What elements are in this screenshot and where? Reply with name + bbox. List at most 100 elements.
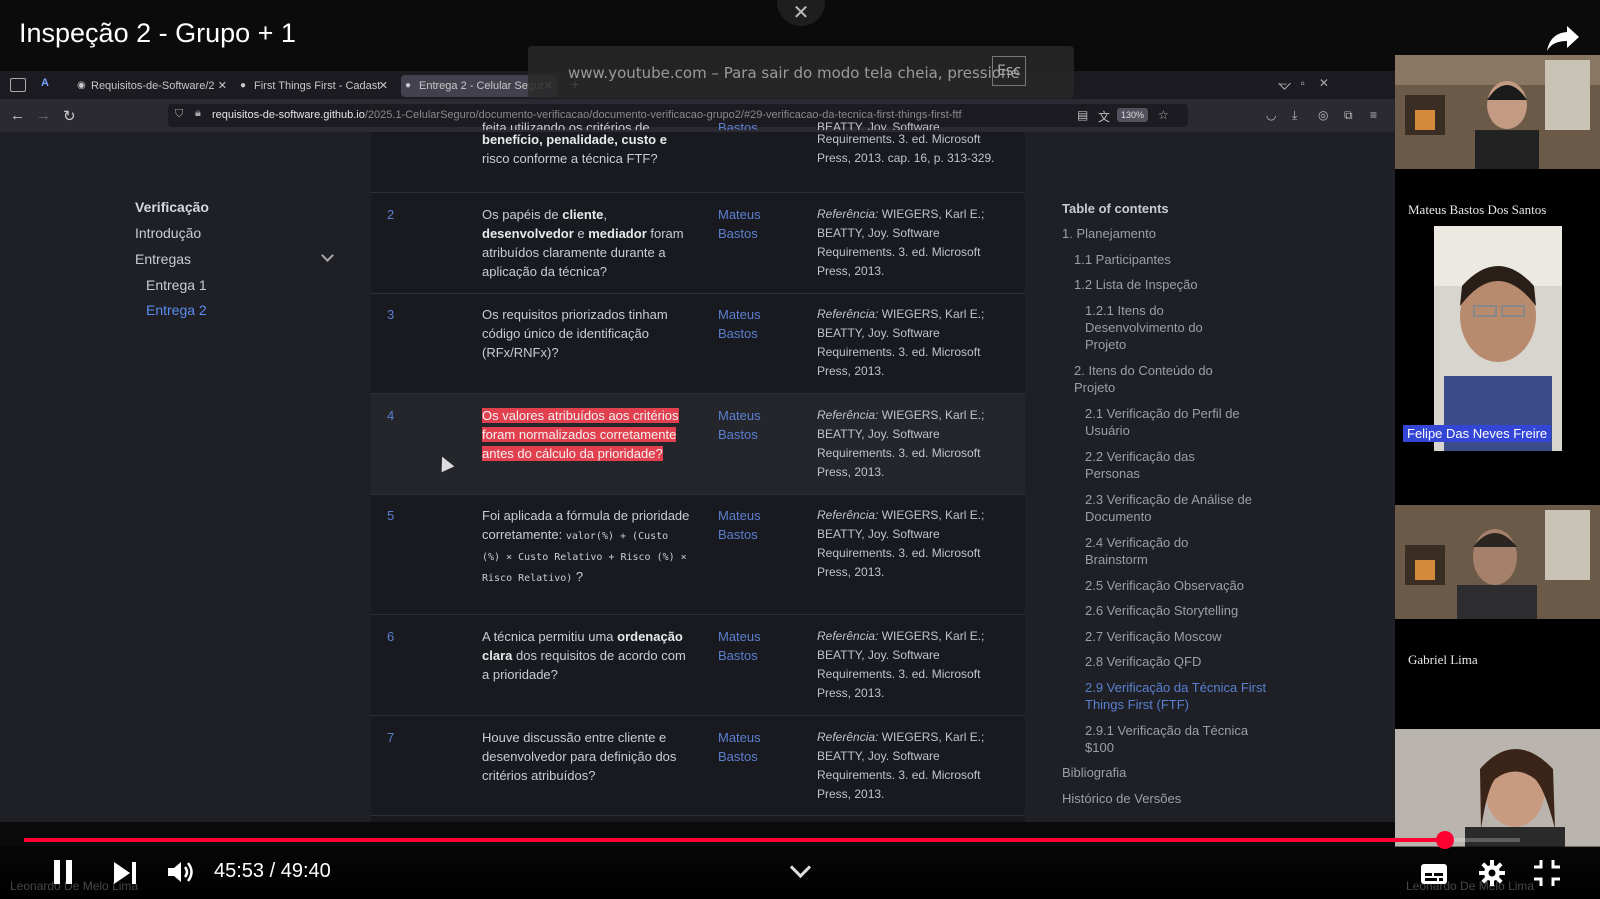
bold-text: mediador: [588, 226, 647, 241]
toc-item[interactable]: 2. Itens do Conteúdo do Projeto: [1074, 362, 1234, 396]
participant-video-1: [1395, 55, 1600, 169]
row-number: 6: [387, 629, 395, 644]
participant-name: Gabriel Lima: [1408, 652, 1478, 667]
row-reference: Referência: WIEGERS, Karl E.; BEATTY, Jo…: [817, 728, 1013, 804]
tab-list-icon[interactable]: [10, 78, 26, 92]
exit-fullscreen-icon[interactable]: [1534, 860, 1560, 886]
toc-item[interactable]: 2.3 Verificação de Análise de Documento: [1085, 491, 1263, 525]
toc-item[interactable]: 1. Planejamento: [1062, 225, 1232, 242]
row-divider: [371, 192, 1025, 193]
esc-key: Esc: [992, 56, 1026, 86]
tab-close-icon[interactable]: ✕: [379, 75, 388, 97]
tab-label: Entrega 2 - Celular Segur: [419, 80, 544, 92]
reference-label: Referência:: [817, 207, 879, 221]
lock-icon[interactable]: 🔒︎: [195, 107, 201, 120]
reload-icon[interactable]: ↻: [63, 107, 76, 125]
reference-line: Press, 2013. cap. 16, p. 313-329.: [817, 151, 995, 165]
time-display: 45:53 / 49:40: [214, 860, 331, 882]
row-question: Foi aplicada a fórmula de prioridade cor…: [482, 506, 692, 588]
zoom-level[interactable]: 130%: [1117, 108, 1149, 122]
tab-label: First Things First - Cadast: [254, 80, 381, 92]
author-link[interactable]: Bastos: [718, 118, 778, 130]
toc-item[interactable]: 2.6 Verificação Storytelling: [1085, 602, 1285, 619]
highlighted-text: Os valores atribuídos aos critérios fora…: [482, 408, 679, 461]
question-line: risco conforme a técnica FTF?: [482, 151, 658, 166]
row-divider: [371, 715, 1025, 716]
toc-item[interactable]: 1.1 Participantes: [1074, 251, 1234, 268]
shield-icon[interactable]: ⛉: [175, 108, 183, 121]
author-link[interactable]: Mateus Bastos: [718, 406, 778, 444]
toc-item[interactable]: 1.2 Lista de Inspeção: [1074, 276, 1234, 293]
tab-close-icon[interactable]: ✕: [218, 75, 227, 97]
bold-text: desenvolvedor: [482, 226, 574, 241]
toc-item[interactable]: Histórico de Versões: [1062, 790, 1181, 807]
toc-item[interactable]: 2.1 Verificação do Perfil de Usuário: [1085, 405, 1263, 439]
close-icon[interactable]: ✕: [777, 0, 825, 26]
fullscreen-hint-text: www.youtube.com – Para sair do modo tela…: [568, 64, 1020, 82]
row-number: 4: [387, 408, 395, 423]
row-reference: Referência: WIEGERS, Karl E.; BEATTY, Jo…: [817, 305, 1013, 381]
row-number: 7: [387, 730, 395, 745]
participant-name: Mateus Bastos Dos Santos: [1408, 202, 1547, 217]
toc-item[interactable]: 2.7 Verificação Moscow: [1085, 628, 1285, 645]
reader-view-icon[interactable]: ▤: [1077, 108, 1088, 122]
text: ?: [572, 569, 584, 584]
browser-tab-2[interactable]: ● First Things First - Cadast ✕: [236, 75, 392, 97]
row-divider: [371, 393, 1025, 394]
toc-item[interactable]: 1.2.1 Itens do Desenvolvimento do Projet…: [1085, 302, 1235, 353]
toc-item[interactable]: Bibliografia: [1062, 764, 1126, 781]
progress-fill: [24, 838, 1446, 842]
author-link[interactable]: Mateus Bastos: [718, 506, 778, 544]
row-reference: Referência: WIEGERS, Karl E.; BEATTY, Jo…: [817, 506, 1013, 582]
bold-text: cliente: [562, 207, 604, 222]
row-question-highlighted: Os valores atribuídos aos critérios fora…: [482, 406, 692, 463]
author-link[interactable]: Mateus Bastos: [718, 627, 778, 665]
sidebar-item-entregas[interactable]: Entregas: [135, 251, 191, 267]
sidebar-item-introducao[interactable]: Introdução: [135, 225, 201, 241]
share-icon[interactable]: [1545, 22, 1581, 54]
row-divider: [371, 494, 1025, 495]
download-icon[interactable]: ⤓: [1292, 108, 1297, 123]
account-icon[interactable]: A: [41, 77, 49, 89]
row-divider: [371, 815, 1025, 816]
toc-title: Table of contents: [1062, 201, 1169, 216]
window-controls[interactable]: –▫✕: [1280, 76, 1343, 90]
video-title: Inspeção 2 - Grupo + 1: [19, 18, 296, 48]
fullscreen-hint: www.youtube.com – Para sair do modo tela…: [528, 46, 1074, 98]
toc-item[interactable]: 2.2 Verificação das Personas: [1085, 448, 1235, 482]
profile-icon[interactable]: ◎: [1318, 108, 1328, 122]
author-link[interactable]: Mateus Bastos: [718, 305, 778, 343]
sidebar-item-entrega-1[interactable]: Entrega 1: [146, 277, 207, 293]
browser-tab-1[interactable]: ◉ Requisitos-de-Software/2 ✕: [73, 75, 231, 97]
row-reference: Referência: WIEGERS, Karl E.; BEATTY, Jo…: [817, 406, 1013, 482]
toc-item[interactable]: 2.4 Verificação do Brainstorm: [1085, 534, 1235, 568]
volume-icon[interactable]: [168, 860, 196, 884]
back-icon[interactable]: ←: [10, 107, 25, 124]
row-divider: [371, 614, 1025, 615]
menu-icon[interactable]: ≡: [1370, 108, 1377, 122]
text: ,: [603, 207, 608, 222]
toc-item[interactable]: 2.9.1 Verificação da Técnica $100: [1085, 722, 1275, 756]
sidebar-title[interactable]: Verificação: [135, 199, 209, 215]
table-row-partial-question: feita utilizando os critérios de benefíc…: [482, 120, 692, 168]
extensions-icon[interactable]: ⧉: [1344, 108, 1353, 123]
row-number: 2: [387, 207, 395, 222]
reference-label: Referência:: [817, 730, 879, 744]
sidebar-item-entrega-2[interactable]: Entrega 2: [146, 302, 207, 318]
forward-icon[interactable]: →: [36, 107, 51, 124]
reference-line: BEATTY, Joy. Software: [817, 120, 940, 130]
participant-video-2: [1434, 226, 1562, 451]
toc-item-active[interactable]: 2.9 Verificação da Técnica First Things …: [1085, 679, 1275, 713]
author-link[interactable]: Mateus Bastos: [718, 728, 778, 766]
author-link[interactable]: Mateus Bastos: [718, 205, 778, 243]
pocket-icon[interactable]: ◡: [1266, 108, 1276, 122]
watermark-left: Leonardo De Melo Lima: [10, 879, 139, 893]
github-icon: ◉: [77, 80, 86, 91]
bookmark-star-icon[interactable]: ☆: [1158, 108, 1169, 122]
reference-label: Referência:: [817, 307, 879, 321]
toc-item[interactable]: 2.5 Verificação Observação: [1085, 577, 1285, 594]
row-question: A técnica permitiu uma ordenação clara d…: [482, 627, 692, 684]
video-thumbnail: [1395, 505, 1600, 619]
translate-icon[interactable]: 文: [1098, 108, 1110, 125]
toc-item[interactable]: 2.8 Verificação QFD: [1085, 653, 1285, 670]
